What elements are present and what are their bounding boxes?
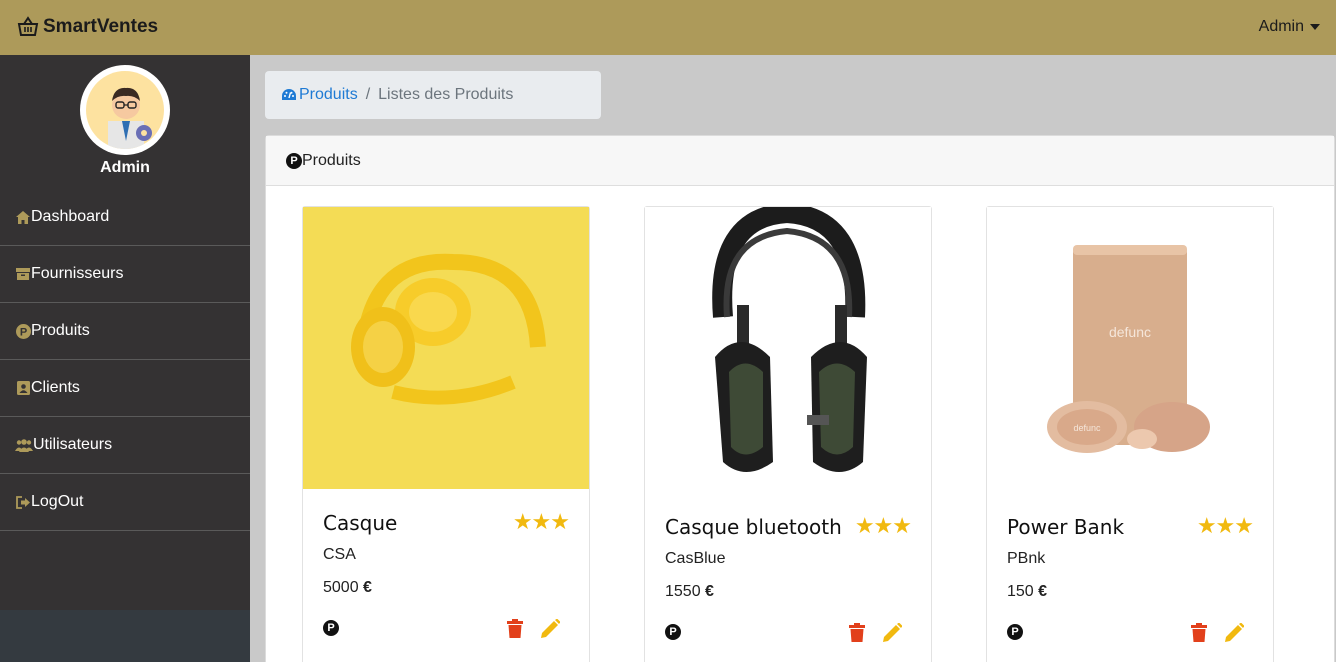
currency-symbol: € (363, 579, 372, 596)
sidebar-nav: Dashboard Fournisseurs P Produits Client… (0, 189, 250, 531)
rating-stars-icon: ★★★ (512, 509, 570, 534)
sidebar-item-clients[interactable]: Clients (0, 360, 250, 417)
currency-symbol: € (1038, 583, 1048, 600)
pencil-icon[interactable] (883, 623, 902, 642)
product-p-icon: P (1007, 624, 1023, 640)
brand-logo[interactable]: SmartVentes (16, 15, 158, 39)
user-dropdown-label: Admin (1258, 18, 1304, 35)
basket-icon (17, 16, 39, 36)
product-p-icon: P (323, 620, 339, 636)
sidebar-item-label: Utilisateurs (33, 436, 113, 453)
top-navbar: SmartVentes Admin (0, 0, 1336, 55)
product-p-icon: P (665, 624, 681, 640)
sidebar-item-label: Produits (31, 322, 90, 339)
sidebar-item-fournisseurs[interactable]: Fournisseurs (0, 246, 250, 303)
products-panel: P Produits Casque ★★★ CSA 5000 € P Casqu… (265, 135, 1335, 662)
sign-out-icon (15, 494, 31, 510)
product-image: defunc defunc (987, 207, 1273, 489)
panel-header: P Produits (266, 136, 1334, 186)
product-price-value: 150 (1007, 583, 1034, 600)
rating-stars-icon: ★★★ (854, 513, 912, 538)
svg-text:P: P (19, 326, 26, 338)
sidebar-item-label: LogOut (31, 493, 84, 510)
sidebar-footer (0, 610, 250, 662)
breadcrumb-link-produits[interactable]: Produits (281, 86, 358, 104)
trash-icon[interactable] (507, 619, 523, 638)
breadcrumb-link-label: Produits (299, 86, 358, 103)
sidebar-item-utilisateurs[interactable]: Utilisateurs (0, 417, 250, 474)
product-card[interactable]: Casque ★★★ CSA 5000 € P (302, 206, 590, 662)
caret-down-icon (1310, 24, 1320, 30)
trash-icon[interactable] (849, 623, 865, 642)
product-code: PBnk (1007, 550, 1046, 567)
dashboard-gauge-icon (282, 89, 296, 100)
sidebar-item-label: Clients (31, 379, 80, 396)
product-name: Casque bluetooth (665, 515, 842, 539)
product-p-icon: P (15, 323, 31, 339)
breadcrumb-current: Listes des Produits (378, 86, 514, 103)
product-price-value: 1550 (665, 583, 701, 600)
currency-symbol: € (705, 583, 714, 600)
product-price-value: 5000 (323, 579, 359, 596)
pencil-icon[interactable] (541, 619, 560, 638)
product-price: 150 € (1007, 583, 1047, 601)
product-p-icon: P (286, 152, 302, 169)
panel-title: Produits (302, 151, 361, 169)
svg-text:defunc: defunc (1109, 324, 1151, 340)
admin-avatar-icon (108, 87, 152, 149)
pencil-icon[interactable] (1225, 623, 1244, 642)
product-price: 1550 € (665, 583, 714, 601)
product-name: Power Bank (1007, 515, 1125, 539)
svg-text:defunc: defunc (1073, 423, 1101, 433)
user-dropdown[interactable]: Admin (1259, 18, 1320, 36)
brand-name: SmartVentes (43, 16, 159, 37)
users-icon (15, 437, 33, 453)
avatar (80, 65, 170, 155)
contact-card-icon (15, 380, 31, 396)
home-icon (15, 209, 31, 225)
product-card[interactable]: defunc defunc Power Bank ★★★ PBnk 150 € … (986, 206, 1274, 662)
breadcrumb: Produits / Listes des Produits (265, 71, 601, 119)
sidebar: Admin Dashboard Fournisseurs P Produits … (0, 55, 250, 662)
product-name: Casque (323, 511, 398, 535)
product-code: CSA (323, 546, 356, 563)
rating-stars-icon: ★★★ (1196, 513, 1254, 538)
product-card[interactable]: Casque bluetooth ★★★ CasBlue 1550 € P (644, 206, 932, 662)
product-image (645, 207, 931, 489)
sidebar-user-name: Admin (100, 159, 150, 176)
sidebar-item-logout[interactable]: LogOut (0, 474, 250, 531)
sidebar-item-produits[interactable]: P Produits (0, 303, 250, 360)
sidebar-item-label: Dashboard (31, 208, 110, 225)
archive-icon (15, 266, 31, 282)
product-code: CasBlue (665, 550, 726, 567)
sidebar-item-label: Fournisseurs (31, 265, 124, 282)
sidebar-item-dashboard[interactable]: Dashboard (0, 189, 250, 246)
trash-icon[interactable] (1191, 623, 1207, 642)
product-image (303, 207, 589, 489)
breadcrumb-separator: / (365, 86, 371, 103)
product-price: 5000 € (323, 579, 372, 597)
